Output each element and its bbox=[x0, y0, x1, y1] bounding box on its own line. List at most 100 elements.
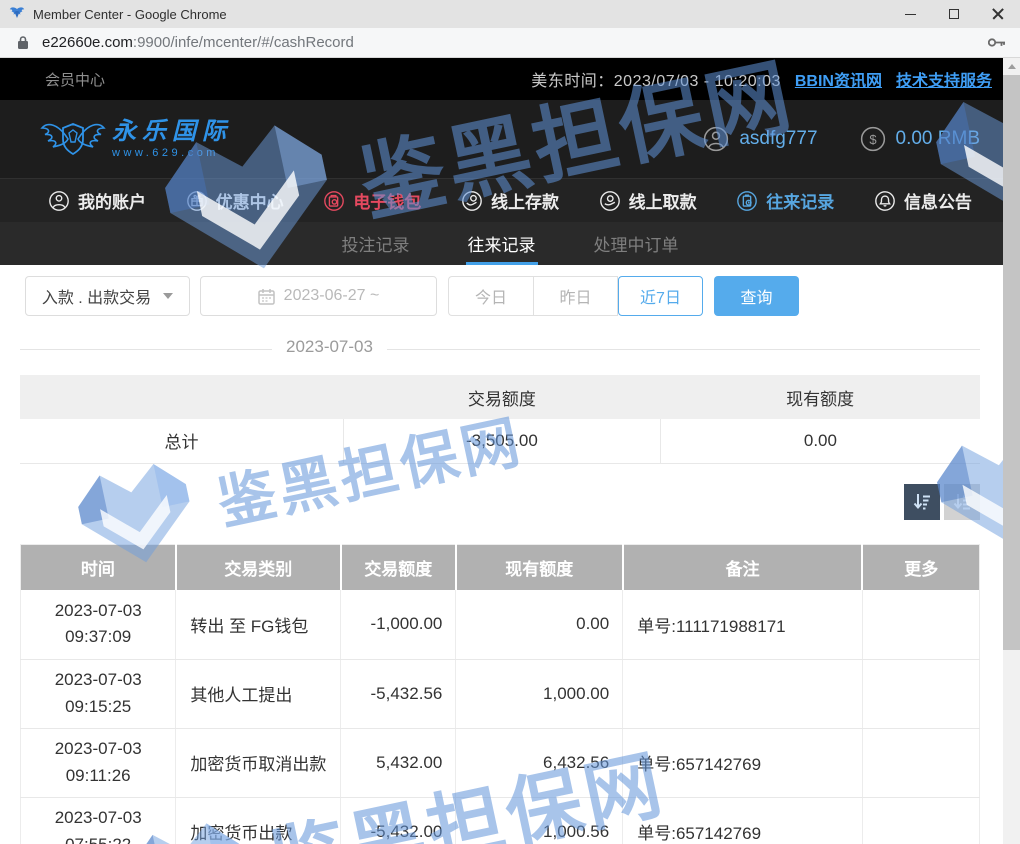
sort-desc-icon bbox=[911, 491, 933, 513]
quick-yesterday-button[interactable]: 昨日 bbox=[533, 276, 618, 316]
records-table: 时间 交易类别 交易额度 现有额度 备注 更多 2023-07-0309:37:… bbox=[20, 544, 980, 844]
content-area: 入款 . 出款交易 2023-06-27 ~ 今日 昨日 近7日 查询 2023… bbox=[20, 276, 980, 844]
user-account[interactable]: asdfg777 bbox=[703, 126, 817, 152]
nav-my-account[interactable]: 我的账户 bbox=[48, 188, 146, 213]
table-row: 2023-07-0309:37:09 转出 至 FG钱包 -1,000.00 0… bbox=[21, 590, 980, 659]
close-icon bbox=[992, 8, 1004, 20]
table-row: 2023-07-0307:55:22 加密货币出款 -5,432.00 1,00… bbox=[21, 797, 980, 844]
maximize-icon bbox=[949, 9, 959, 19]
page-scrollbar[interactable] bbox=[1003, 58, 1020, 844]
summary-header-empty bbox=[20, 375, 344, 419]
address-text[interactable]: e22660e.com:9900/infe/mcenter/#/cashReco… bbox=[42, 34, 988, 51]
cell-time: 2023-07-0309:11:26 bbox=[21, 728, 176, 797]
quick-today-button[interactable]: 今日 bbox=[448, 276, 533, 316]
summary-total-balance: 0.00 bbox=[660, 419, 980, 463]
quick-last7days-button[interactable]: 近7日 bbox=[618, 276, 703, 316]
close-button[interactable] bbox=[976, 0, 1020, 28]
logo-domain: www.629.com bbox=[112, 147, 232, 159]
user-icon bbox=[703, 126, 729, 152]
balance-dollar-icon: $ bbox=[860, 126, 886, 152]
cell-amount: -5,432.56 bbox=[341, 659, 456, 728]
col-balance: 现有额度 bbox=[456, 544, 623, 590]
nav-e-wallet[interactable]: 电子钱包 bbox=[323, 188, 421, 213]
sort-controls bbox=[20, 484, 980, 520]
site-logo[interactable]: 永乐国际 www.629.com bbox=[40, 115, 232, 163]
search-button[interactable]: 查询 bbox=[714, 276, 799, 316]
winged-shield-logo-icon bbox=[40, 115, 106, 163]
cell-time: 2023-07-0309:37:09 bbox=[21, 590, 176, 659]
window-title: Member Center - Google Chrome bbox=[33, 7, 888, 22]
col-time: 时间 bbox=[21, 544, 176, 590]
browser-window: Member Center - Google Chrome e22660e.co… bbox=[0, 0, 1020, 844]
chevron-down-icon bbox=[163, 293, 173, 299]
quick-range-group: 今日 昨日 近7日 bbox=[448, 276, 703, 316]
summary-total-amount: -3,505.00 bbox=[344, 419, 661, 463]
summary-total-row: 总计 -3,505.00 0.00 bbox=[20, 419, 980, 463]
cell-amount: -1,000.00 bbox=[341, 590, 456, 659]
lock-icon bbox=[17, 35, 29, 50]
logo-name: 永乐国际 bbox=[112, 119, 232, 145]
table-row: 2023-07-0309:15:25 其他人工提出 -5,432.56 1,00… bbox=[21, 659, 980, 728]
transaction-type-select[interactable]: 入款 . 出款交易 bbox=[25, 276, 190, 316]
cell-balance: 6,432.56 bbox=[456, 728, 623, 797]
scrollbar-thumb[interactable] bbox=[1003, 75, 1020, 650]
summary-header-balance: 现有额度 bbox=[660, 375, 980, 419]
nav-transaction-records[interactable]: 往来记录 bbox=[736, 188, 834, 213]
summary-total-label: 总计 bbox=[20, 419, 344, 463]
cell-more bbox=[862, 797, 979, 844]
account-icon bbox=[48, 190, 70, 212]
scrollbar-up-arrow-icon[interactable] bbox=[1003, 58, 1020, 75]
gift-icon bbox=[186, 190, 208, 212]
col-more: 更多 bbox=[862, 544, 979, 590]
sort-descending-button[interactable] bbox=[904, 484, 940, 520]
date-group-divider: 2023-07-03 bbox=[20, 337, 980, 363]
cell-time: 2023-07-0309:15:25 bbox=[21, 659, 176, 728]
nav-promotions[interactable]: 优惠中心 bbox=[186, 188, 284, 213]
col-amount: 交易额度 bbox=[341, 544, 456, 590]
cell-note: 单号:657142769 bbox=[623, 797, 863, 844]
cell-time: 2023-07-0307:55:22 bbox=[21, 797, 176, 844]
utility-bar: 会员中心 美东时间：2023/07/03 - 10:20:03 BBIN资讯网 … bbox=[0, 58, 1020, 100]
url-bar[interactable]: e22660e.com:9900/infe/mcenter/#/cashReco… bbox=[0, 28, 1020, 58]
maximize-button[interactable] bbox=[932, 0, 976, 28]
site-favicon bbox=[9, 6, 25, 22]
records-header-row: 时间 交易类别 交易额度 现有额度 备注 更多 bbox=[21, 544, 980, 590]
cell-note: 单号:657142769 bbox=[623, 728, 863, 797]
tab-pending-orders[interactable]: 处理中订单 bbox=[592, 222, 681, 265]
col-type: 交易类别 bbox=[176, 544, 341, 590]
deposit-coin-icon bbox=[461, 190, 483, 212]
cell-more bbox=[862, 728, 979, 797]
cell-type: 其他人工提出 bbox=[176, 659, 341, 728]
member-center-label: 会员中心 bbox=[45, 69, 105, 90]
bbin-news-link[interactable]: BBIN资讯网 bbox=[795, 67, 882, 91]
date-group-label: 2023-07-03 bbox=[272, 337, 387, 356]
cell-type: 转出 至 FG钱包 bbox=[176, 590, 341, 659]
date-range-picker[interactable]: 2023-06-27 ~ bbox=[200, 276, 437, 316]
withdraw-coin-icon bbox=[599, 190, 621, 212]
tab-transaction-records[interactable]: 往来记录 bbox=[466, 222, 538, 265]
titlebar: Member Center - Google Chrome bbox=[0, 0, 1020, 28]
sub-nav: 投注记录 往来记录 处理中订单 bbox=[0, 222, 1020, 265]
tab-betting-records[interactable]: 投注记录 bbox=[340, 222, 412, 265]
password-key-icon[interactable] bbox=[988, 37, 1006, 48]
cell-more bbox=[862, 659, 979, 728]
cell-amount: 5,432.00 bbox=[341, 728, 456, 797]
cell-type: 加密货币出款 bbox=[176, 797, 341, 844]
sort-ascending-button[interactable] bbox=[944, 484, 980, 520]
cell-amount: -5,432.00 bbox=[341, 797, 456, 844]
minimize-button[interactable] bbox=[888, 0, 932, 28]
cell-type: 加密货币取消出款 bbox=[176, 728, 341, 797]
records-clipboard-icon bbox=[736, 190, 758, 212]
nav-deposit[interactable]: 线上存款 bbox=[461, 188, 559, 213]
cell-balance: 0.00 bbox=[456, 590, 623, 659]
summary-header-amount: 交易额度 bbox=[344, 375, 661, 419]
nav-announcements[interactable]: 信息公告 bbox=[874, 188, 972, 213]
site-header: 永乐国际 www.629.com asdfg777 $ 0.00 RMB bbox=[0, 100, 1020, 178]
nav-withdraw[interactable]: 线上取款 bbox=[599, 188, 697, 213]
cell-note bbox=[623, 659, 863, 728]
user-balance[interactable]: $ 0.00 RMB bbox=[860, 126, 980, 152]
table-row: 2023-07-0309:11:26 加密货币取消出款 5,432.00 6,4… bbox=[21, 728, 980, 797]
cell-note: 单号:111171988171 bbox=[623, 590, 863, 659]
support-link[interactable]: 技术支持服务 bbox=[896, 67, 992, 91]
server-time: 美东时间：2023/07/03 - 10:20:03 bbox=[531, 67, 781, 91]
